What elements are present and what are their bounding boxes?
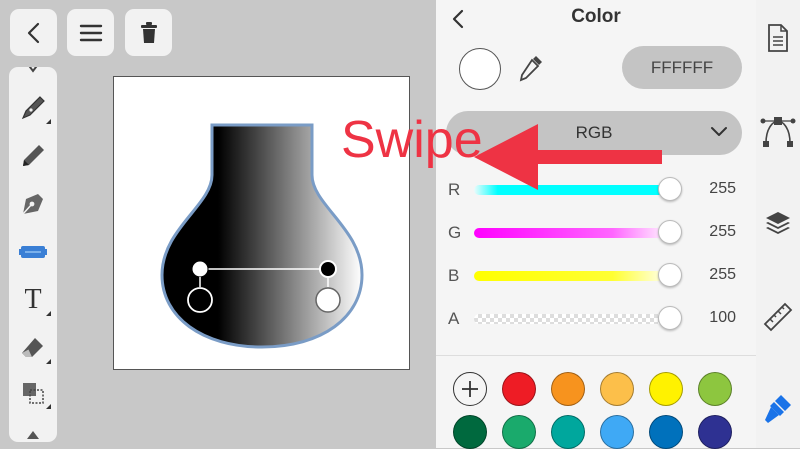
document-button[interactable] bbox=[756, 18, 800, 58]
layers-icon bbox=[766, 212, 790, 234]
transform-icon bbox=[23, 383, 44, 404]
partial-tool-icon bbox=[28, 67, 38, 73]
gradient-icon bbox=[19, 246, 47, 258]
pencil-icon bbox=[23, 145, 44, 166]
color-panel: Color FFFFFF RGB R 255 G 255 B 255 A 100 bbox=[436, 0, 756, 449]
palette-swatch-teal[interactable] bbox=[551, 415, 585, 449]
node-edit-icon bbox=[22, 194, 43, 215]
paint-button[interactable] bbox=[756, 389, 800, 429]
slider-value[interactable]: 255 bbox=[690, 180, 736, 198]
slider-label: A bbox=[448, 309, 460, 328]
green-slider-track[interactable] bbox=[474, 228, 672, 238]
partial-tool-bottom-icon bbox=[27, 431, 39, 439]
document-icon bbox=[768, 24, 788, 52]
eyedropper-button[interactable] bbox=[518, 54, 544, 89]
palette-swatch-green[interactable] bbox=[502, 415, 536, 449]
palette-swatch-orange[interactable] bbox=[551, 372, 585, 406]
ruler-button[interactable] bbox=[756, 297, 800, 337]
chevron-left-icon bbox=[27, 22, 39, 43]
swipe-hint-text: Swipe bbox=[341, 111, 483, 169]
swipe-arrow-icon bbox=[474, 124, 662, 190]
palette-swatch-sky-blue[interactable] bbox=[600, 415, 634, 449]
node-edit-tool[interactable] bbox=[9, 184, 57, 224]
tool-panel: T bbox=[9, 67, 57, 442]
current-color-swatch[interactable] bbox=[459, 48, 501, 90]
palette-swatch-indigo[interactable] bbox=[698, 415, 732, 449]
text-icon: T bbox=[24, 284, 42, 315]
slider-row-alpha: A 100 bbox=[436, 304, 756, 334]
hex-value-button[interactable]: FFFFFF bbox=[622, 46, 742, 89]
blue-slider-knob[interactable] bbox=[658, 263, 682, 287]
plus-icon bbox=[462, 381, 478, 397]
pen-tool[interactable] bbox=[9, 88, 57, 128]
palette-swatch-light-green[interactable] bbox=[698, 372, 732, 406]
slider-value[interactable]: 255 bbox=[690, 223, 736, 241]
slider-value[interactable]: 100 bbox=[690, 309, 736, 327]
submenu-indicator-icon bbox=[46, 119, 51, 124]
gradient-end-color-stop[interactable] bbox=[315, 287, 341, 313]
panel-title: Color bbox=[571, 6, 621, 27]
add-color-button[interactable] bbox=[453, 372, 487, 406]
transform-tool[interactable] bbox=[9, 373, 57, 413]
eraser-tool[interactable] bbox=[9, 328, 57, 368]
delete-button[interactable] bbox=[125, 9, 172, 56]
palette-swatch-light-orange[interactable] bbox=[600, 372, 634, 406]
palette-swatch-yellow[interactable] bbox=[649, 372, 683, 406]
slider-label: B bbox=[448, 266, 460, 285]
right-sidebar bbox=[756, 0, 800, 448]
submenu-indicator-icon bbox=[46, 311, 51, 316]
gradient-end-handle[interactable] bbox=[319, 260, 337, 278]
alpha-slider-knob[interactable] bbox=[658, 306, 682, 330]
partial-tool[interactable] bbox=[9, 67, 57, 75]
slider-row-blue: B 255 bbox=[436, 261, 756, 291]
slider-row-green: G 255 bbox=[436, 218, 756, 248]
slider-label: R bbox=[448, 180, 461, 199]
palette-swatch-red[interactable] bbox=[502, 372, 536, 406]
submenu-indicator-icon bbox=[46, 359, 51, 364]
pen-nib-icon bbox=[21, 96, 45, 120]
slider-value[interactable]: 255 bbox=[690, 266, 736, 284]
chevron-down-icon bbox=[711, 127, 727, 136]
gradient-tool[interactable] bbox=[9, 232, 57, 272]
partial-tool-bottom[interactable] bbox=[9, 419, 57, 442]
ruler-icon bbox=[763, 302, 793, 332]
text-tool[interactable]: T bbox=[9, 280, 57, 320]
alpha-slider-track[interactable] bbox=[474, 314, 672, 324]
green-slider-knob[interactable] bbox=[658, 220, 682, 244]
eraser-icon bbox=[22, 338, 43, 357]
back-button[interactable] bbox=[10, 9, 57, 56]
flask-shape[interactable] bbox=[160, 123, 364, 349]
gradient-start-color-stop[interactable] bbox=[187, 287, 213, 313]
eyedropper-icon bbox=[519, 56, 542, 82]
blue-slider-track[interactable] bbox=[474, 271, 672, 281]
menu-button[interactable] bbox=[67, 9, 114, 56]
bezier-curve-icon bbox=[760, 117, 796, 147]
gradient-start-handle[interactable] bbox=[191, 260, 209, 278]
palette-swatch-blue[interactable] bbox=[649, 415, 683, 449]
trash-icon bbox=[140, 21, 157, 43]
hamburger-menu-icon bbox=[79, 24, 102, 41]
palette-swatch-dark-green[interactable] bbox=[453, 415, 487, 449]
paintbrush-icon bbox=[765, 395, 791, 423]
slider-label: G bbox=[448, 223, 462, 242]
panel-divider bbox=[436, 355, 756, 356]
layers-button[interactable] bbox=[756, 203, 800, 243]
submenu-indicator-icon bbox=[46, 404, 51, 409]
pencil-tool[interactable] bbox=[9, 136, 57, 176]
bezier-button[interactable] bbox=[756, 110, 800, 150]
